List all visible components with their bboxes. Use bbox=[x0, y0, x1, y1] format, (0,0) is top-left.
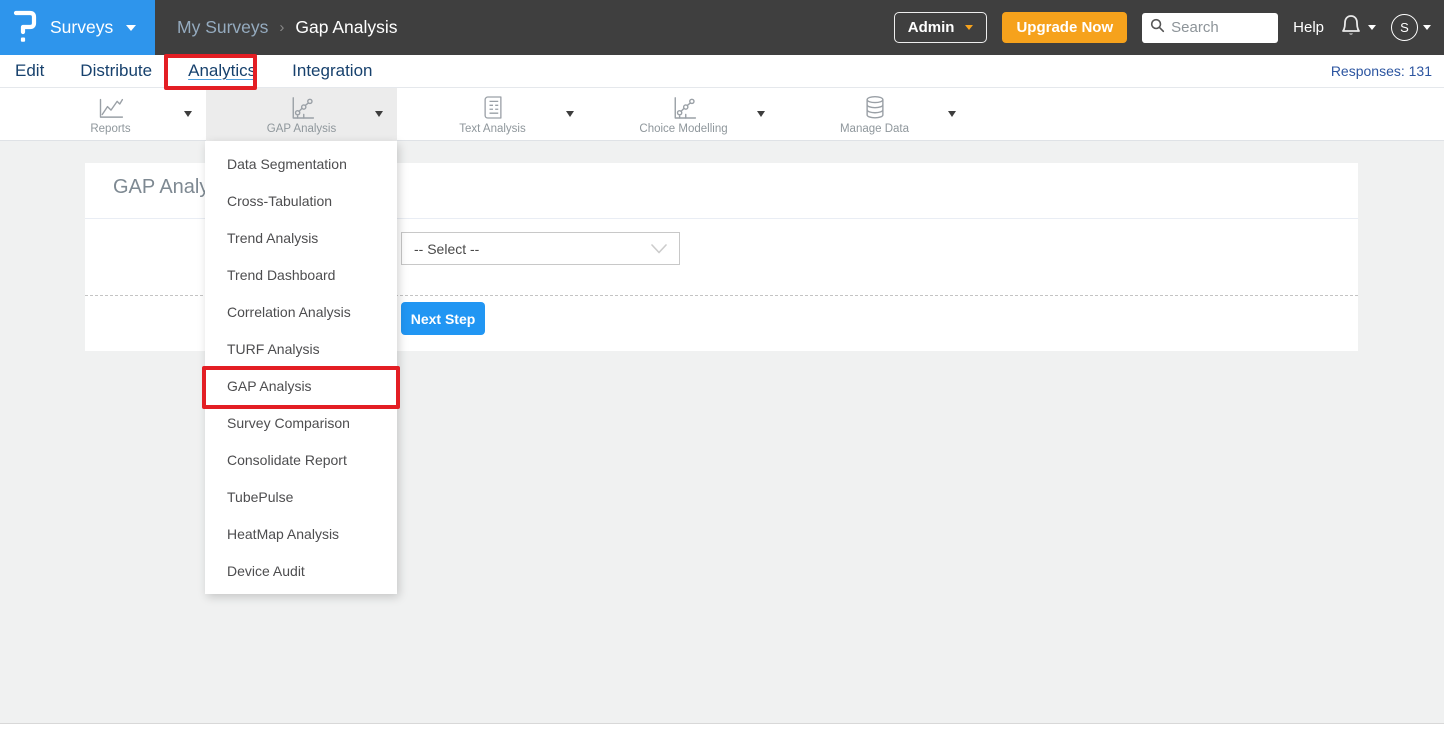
select-value: -- Select -- bbox=[414, 241, 479, 257]
tab-analytics[interactable]: Analytics bbox=[188, 61, 256, 81]
toolbar-item-label: Choice Modelling bbox=[639, 123, 727, 135]
top-bar: Surveys My Surveys › Gap Analysis Admin … bbox=[0, 0, 1444, 55]
avatar: S bbox=[1391, 14, 1418, 41]
menu-item-correlation-analysis[interactable]: Correlation Analysis bbox=[205, 294, 397, 331]
user-account-menu[interactable]: S bbox=[1391, 14, 1431, 41]
survey-nav-tabs: Edit Distribute Analytics Integration Re… bbox=[0, 55, 1444, 88]
tab-edit[interactable]: Edit bbox=[15, 61, 44, 81]
toolbar-item-label: Manage Data bbox=[840, 123, 909, 135]
breadcrumb-separator: › bbox=[279, 19, 284, 36]
app-root: Surveys My Surveys › Gap Analysis Admin … bbox=[0, 0, 1444, 735]
toolbar-item-choice-modelling[interactable]: Choice Modelling bbox=[588, 88, 779, 141]
caret-down-icon bbox=[375, 111, 383, 117]
menu-item-heatmap-analysis[interactable]: HeatMap Analysis bbox=[205, 516, 397, 553]
search-input[interactable] bbox=[1171, 19, 1270, 36]
upgrade-now-button[interactable]: Upgrade Now bbox=[1002, 12, 1127, 43]
toolbar-item-label: GAP Analysis bbox=[267, 123, 336, 135]
search-box bbox=[1142, 13, 1278, 43]
question-select-dropdown[interactable]: -- Select -- bbox=[401, 232, 680, 265]
caret-down-icon bbox=[965, 25, 973, 30]
line-chart-icon bbox=[97, 94, 125, 121]
breadcrumb-current-survey: Gap Analysis bbox=[295, 17, 397, 38]
toolbar-item-manage-data[interactable]: Manage Data bbox=[779, 88, 970, 141]
caret-down-icon bbox=[1423, 25, 1431, 30]
help-link[interactable]: Help bbox=[1293, 19, 1324, 36]
menu-item-data-segmentation[interactable]: Data Segmentation bbox=[205, 146, 397, 183]
menu-item-consolidate-report[interactable]: Consolidate Report bbox=[205, 442, 397, 479]
responses-count: Responses: 131 bbox=[1331, 63, 1444, 79]
bottom-strip bbox=[0, 723, 1444, 735]
breadcrumb: My Surveys › Gap Analysis bbox=[177, 17, 398, 38]
caret-down-icon bbox=[184, 111, 192, 117]
menu-item-gap-analysis[interactable]: GAP Analysis bbox=[205, 368, 397, 405]
tab-integration[interactable]: Integration bbox=[292, 61, 372, 81]
gap-analysis-dropdown-menu: Data Segmentation Cross-Tabulation Trend… bbox=[205, 141, 397, 594]
admin-dropdown-button[interactable]: Admin bbox=[894, 12, 988, 43]
top-bar-right: Admin Upgrade Now Help bbox=[894, 12, 1444, 43]
toolbar-item-reports[interactable]: Reports bbox=[15, 88, 206, 141]
questionpro-logo-icon bbox=[13, 7, 37, 49]
breadcrumb-my-surveys[interactable]: My Surveys bbox=[177, 17, 268, 38]
toolbar-item-label: Text Analysis bbox=[459, 123, 525, 135]
search-icon bbox=[1150, 18, 1165, 38]
tab-distribute[interactable]: Distribute bbox=[80, 61, 152, 81]
caret-down-icon bbox=[948, 111, 956, 117]
menu-item-tubepulse[interactable]: TubePulse bbox=[205, 479, 397, 516]
menu-item-device-audit[interactable]: Device Audit bbox=[205, 553, 397, 590]
scatter-chart-icon bbox=[288, 94, 316, 121]
admin-label: Admin bbox=[908, 19, 955, 36]
toolbar-item-gap-analysis[interactable]: GAP Analysis bbox=[206, 88, 397, 141]
notifications-menu[interactable] bbox=[1339, 12, 1376, 43]
database-icon bbox=[861, 94, 889, 121]
menu-item-trend-dashboard[interactable]: Trend Dashboard bbox=[205, 257, 397, 294]
scatter-chart-icon bbox=[670, 94, 698, 121]
caret-down-icon bbox=[566, 111, 574, 117]
menu-item-cross-tabulation[interactable]: Cross-Tabulation bbox=[205, 183, 397, 220]
menu-item-turf-analysis[interactable]: TURF Analysis bbox=[205, 331, 397, 368]
surveys-product-switcher[interactable]: Surveys bbox=[0, 0, 155, 55]
caret-down-icon bbox=[1368, 25, 1376, 30]
chevron-down-icon bbox=[651, 241, 667, 257]
next-step-button[interactable]: Next Step bbox=[401, 302, 485, 335]
toolbar-item-label: Reports bbox=[90, 123, 130, 135]
analytics-toolbar: Reports GAP Analysis bbox=[0, 88, 1444, 141]
caret-down-icon bbox=[126, 25, 136, 31]
bell-icon bbox=[1339, 12, 1363, 43]
menu-item-survey-comparison[interactable]: Survey Comparison bbox=[205, 405, 397, 442]
caret-down-icon bbox=[757, 111, 765, 117]
menu-item-trend-analysis[interactable]: Trend Analysis bbox=[205, 220, 397, 257]
toolbar-item-text-analysis[interactable]: Text Analysis bbox=[397, 88, 588, 141]
product-label: Surveys bbox=[50, 17, 113, 38]
document-icon bbox=[479, 94, 507, 121]
